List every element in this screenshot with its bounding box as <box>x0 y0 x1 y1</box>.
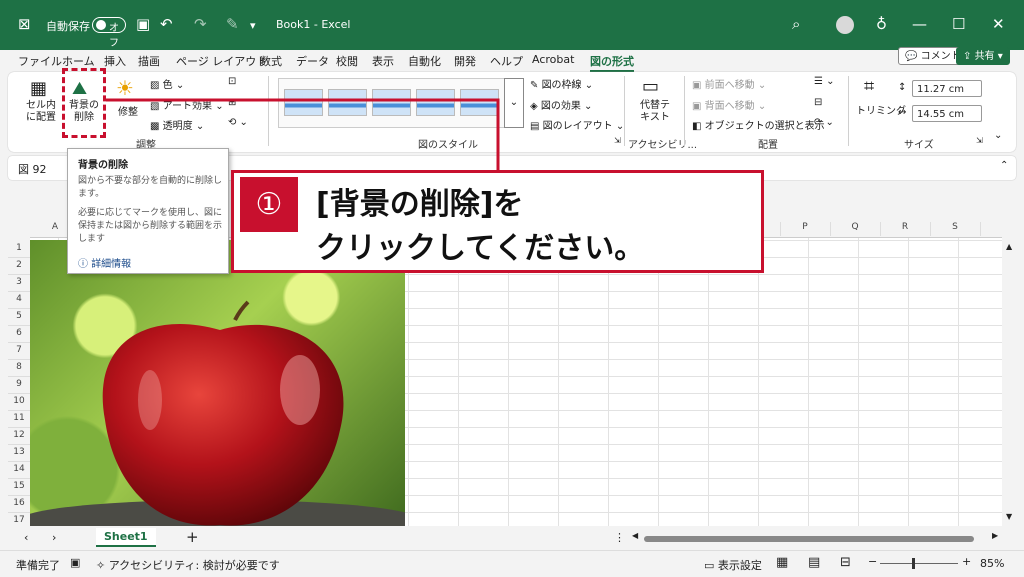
horizontal-scrollbar-thumb[interactable] <box>644 536 974 542</box>
ready-status: 準備完了 <box>16 559 60 572</box>
zoom-out-icon[interactable]: − <box>868 555 877 568</box>
sheet-tab-sheet1[interactable]: Sheet1 <box>96 528 156 547</box>
zoom-slider-thumb[interactable] <box>912 558 915 569</box>
page-break-view-icon[interactable]: ⊟ <box>840 555 851 570</box>
zoom-level[interactable]: 85% <box>980 557 1004 570</box>
instruction-line-2: クリックしてください。 <box>316 231 645 266</box>
next-sheet-icon[interactable]: › <box>52 531 56 544</box>
instruction-line-1: [背景の削除]を <box>316 187 524 222</box>
scroll-right-icon[interactable]: ▶ <box>992 531 998 540</box>
vertical-scrollbar[interactable]: ▲ ▼ <box>1004 240 1016 526</box>
prev-sheet-icon[interactable]: ‹ <box>24 531 28 544</box>
status-bar: 準備完了 ▣ ✧ アクセシビリティ: 検討が必要です ▭ 表示設定 ▦ ▤ ⊟ … <box>0 550 1024 577</box>
scroll-down-icon[interactable]: ▼ <box>1006 512 1012 521</box>
zoom-in-icon[interactable]: + <box>962 555 971 568</box>
add-sheet-icon[interactable]: + <box>186 528 199 546</box>
normal-view-icon[interactable]: ▦ <box>776 555 788 570</box>
zoom-slider[interactable] <box>880 563 958 564</box>
page-layout-view-icon[interactable]: ▤ <box>808 555 820 570</box>
display-settings-button[interactable]: ▭ 表示設定 <box>704 557 762 573</box>
callout-connector <box>106 98 500 172</box>
macro-icon[interactable]: ▣ <box>70 556 80 569</box>
scroll-up-icon[interactable]: ▲ <box>1006 242 1012 251</box>
accessibility-status[interactable]: ✧ アクセシビリティ: 検討が必要です <box>96 557 280 573</box>
sheet-tab-bar: ‹ › Sheet1 + ⋮ ◀ ▶ <box>0 526 1024 550</box>
step-number: ① <box>240 177 298 232</box>
instruction-callout: ① [背景の削除]を クリックしてください。 <box>231 170 764 273</box>
accessibility-label: アクセシビリティ: 検討が必要です <box>108 559 280 572</box>
display-settings-label: 表示設定 <box>717 559 762 572</box>
scroll-left-icon[interactable]: ◀ <box>632 531 638 540</box>
split-handle-icon[interactable]: ⋮ <box>614 531 625 544</box>
